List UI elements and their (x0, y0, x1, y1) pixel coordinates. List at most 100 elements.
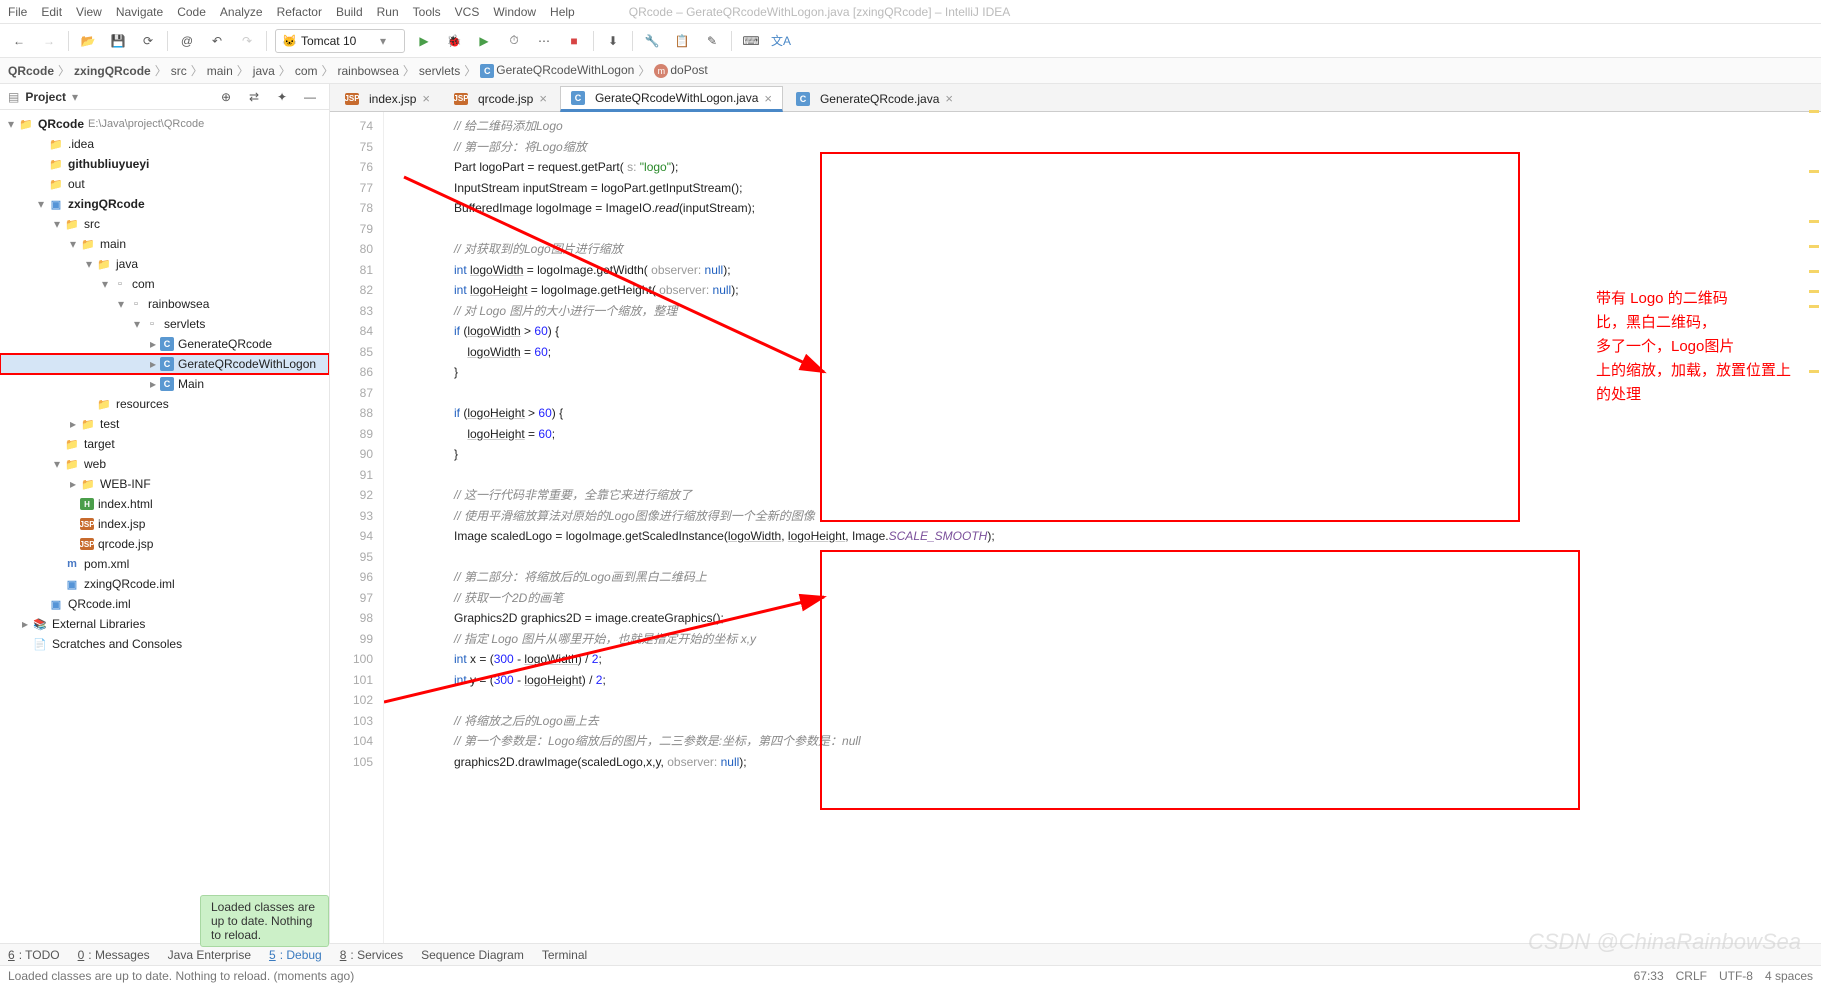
tool-sequence-diagram[interactable]: Sequence Diagram (421, 948, 524, 962)
tree-item-main[interactable]: ▸CMain (0, 374, 329, 394)
tree-item-generateqrcode[interactable]: ▸CGenerateQRcode (0, 334, 329, 354)
translate-button[interactable]: 文A (770, 30, 792, 52)
tree-item-external-libraries[interactable]: ▸📚External Libraries (0, 614, 329, 634)
kb-button[interactable]: ⌨ (740, 30, 762, 52)
back-button[interactable]: ← (8, 30, 30, 52)
tree-item-target[interactable]: 📁target (0, 434, 329, 454)
profile-button[interactable]: ⏱ (503, 30, 525, 52)
close-icon[interactable]: × (539, 91, 547, 106)
tool-java-enterprise[interactable]: Java Enterprise (168, 948, 251, 962)
at-button[interactable]: @ (176, 30, 198, 52)
tree-item-com[interactable]: ▾▫com (0, 274, 329, 294)
status-field[interactable]: CRLF (1676, 969, 1707, 983)
sync-button[interactable]: ⟳ (137, 30, 159, 52)
tool-terminal[interactable]: Terminal (542, 948, 587, 962)
structure-button[interactable]: 📋 (671, 30, 693, 52)
update-button[interactable]: ⬇ (602, 30, 624, 52)
tree-item-gerateqrcodewithlogon[interactable]: ▸CGerateQRcodeWithLogon (0, 354, 329, 374)
save-all-button[interactable]: 💾 (107, 30, 129, 52)
tree-item-index-html[interactable]: Hindex.html (0, 494, 329, 514)
tree-item--idea[interactable]: 📁.idea (0, 134, 329, 154)
attach-button[interactable]: ⋯ (533, 30, 555, 52)
stop-button[interactable]: ■ (563, 30, 585, 52)
close-icon[interactable]: × (945, 91, 953, 106)
menu-window[interactable]: Window (493, 5, 536, 19)
tree-item-out[interactable]: 📁out (0, 174, 329, 194)
menu-code[interactable]: Code (177, 5, 206, 19)
tree-item-main[interactable]: ▾📁main (0, 234, 329, 254)
back-nav-button[interactable]: ↶ (206, 30, 228, 52)
breadcrumb-item[interactable]: java (253, 64, 275, 78)
project-tree[interactable]: ▾📁QRcodeE:\Java\project\QRcode📁.idea📁git… (0, 110, 329, 943)
tree-item-web-inf[interactable]: ▸📁WEB-INF (0, 474, 329, 494)
menu-build[interactable]: Build (336, 5, 363, 19)
tool-todo[interactable]: 6: TODO (8, 948, 60, 962)
breadcrumb-item[interactable]: rainbowsea (338, 64, 399, 78)
expand-all-icon[interactable]: ⇄ (243, 86, 265, 108)
tree-item-java[interactable]: ▾📁java (0, 254, 329, 274)
tree-item-test[interactable]: ▸📁test (0, 414, 329, 434)
tree-item-pom-xml[interactable]: mpom.xml (0, 554, 329, 574)
tab-index-jsp[interactable]: JSPindex.jsp× (334, 85, 441, 111)
tree-item-qrcode-jsp[interactable]: JSPqrcode.jsp (0, 534, 329, 554)
fwd-nav-button[interactable]: ↷ (236, 30, 258, 52)
status-field[interactable]: 4 spaces (1765, 969, 1813, 983)
debug-button[interactable]: 🐞 (443, 30, 465, 52)
menu-edit[interactable]: Edit (41, 5, 62, 19)
menu-run[interactable]: Run (377, 5, 399, 19)
tree-item-servlets[interactable]: ▾▫servlets (0, 314, 329, 334)
tab-qrcode-jsp[interactable]: JSPqrcode.jsp× (443, 85, 558, 111)
close-icon[interactable]: × (422, 91, 430, 106)
menu-view[interactable]: View (76, 5, 102, 19)
close-icon[interactable]: × (764, 91, 772, 106)
breadcrumb-item[interactable]: main (207, 64, 233, 78)
tree-item-web[interactable]: ▾📁web (0, 454, 329, 474)
status-field[interactable]: 67:33 (1634, 969, 1664, 983)
tab-gerateqrcodewithlogon-java[interactable]: CGerateQRcodeWithLogon.java× (560, 86, 783, 112)
menu-file[interactable]: File (8, 5, 27, 19)
tree-root[interactable]: ▾📁QRcodeE:\Java\project\QRcode (0, 114, 329, 134)
menu-navigate[interactable]: Navigate (116, 5, 163, 19)
breadcrumb-item[interactable]: com (295, 64, 318, 78)
code-area[interactable]: // 给二维码添加Logo// 第一部分：将Logo缩放Part logoPar… (384, 112, 1821, 943)
menu-help[interactable]: Help (550, 5, 575, 19)
menu-refactor[interactable]: Refactor (277, 5, 322, 19)
tree-item-resources[interactable]: 📁resources (0, 394, 329, 414)
menu-vcs[interactable]: VCS (455, 5, 480, 19)
breadcrumb-item[interactable]: src (171, 64, 187, 78)
tab-generateqrcode-java[interactable]: CGenerateQRcode.java× (785, 85, 964, 111)
annotation-text: 带有 Logo 的二维码比，黑白二维码，多了一个，Logo图片上的缩放，加载，放… (1596, 287, 1791, 407)
forward-button[interactable]: → (38, 30, 60, 52)
run-config-selector[interactable]: 🐱 Tomcat 10 ▾ (275, 29, 405, 53)
gutter: 7475767778798081828384858687888990919293… (330, 112, 384, 943)
tree-item-zxingqrcode[interactable]: ▾▣zxingQRcode (0, 194, 329, 214)
status-field[interactable]: UTF-8 (1719, 969, 1753, 983)
tool-services[interactable]: 8: Services (340, 948, 403, 962)
breadcrumb-item[interactable]: zxingQRcode (74, 64, 151, 78)
menu-analyze[interactable]: Analyze (220, 5, 263, 19)
run-button[interactable]: ▶ (413, 30, 435, 52)
tree-item-index-jsp[interactable]: JSPindex.jsp (0, 514, 329, 534)
collapse-icon[interactable]: ✦ (271, 86, 293, 108)
editor[interactable]: 7475767778798081828384858687888990919293… (330, 112, 1821, 943)
tree-item-scratches-and-consoles[interactable]: 📄Scratches and Consoles (0, 634, 329, 654)
tree-item-githubliuyueyi[interactable]: 📁githubliuyueyi (0, 154, 329, 174)
breadcrumb: QRcode〉zxingQRcode〉src〉main〉java〉com〉rai… (0, 58, 1821, 84)
tool-messages[interactable]: 0: Messages (78, 948, 150, 962)
tool-debug[interactable]: 5: Debug (269, 948, 322, 962)
coverage-button[interactable]: ▶ (473, 30, 495, 52)
breadcrumb-item[interactable]: servlets (419, 64, 460, 78)
breadcrumb-item[interactable]: mdoPost (654, 63, 707, 78)
open-recent-button[interactable]: 📂 (77, 30, 99, 52)
menu-tools[interactable]: Tools (413, 5, 441, 19)
tree-item-qrcode-iml[interactable]: ▣QRcode.iml (0, 594, 329, 614)
breadcrumb-item[interactable]: QRcode (8, 64, 54, 78)
settings-icon[interactable]: — (299, 86, 321, 108)
tree-item-zxingqrcode-iml[interactable]: ▣zxingQRcode.iml (0, 574, 329, 594)
select-opened-file-icon[interactable]: ⊕ (215, 86, 237, 108)
breadcrumb-item[interactable]: CGerateQRcodeWithLogon (480, 63, 634, 78)
tree-item-rainbowsea[interactable]: ▾▫rainbowsea (0, 294, 329, 314)
build-button[interactable]: 🔧 (641, 30, 663, 52)
tree-item-src[interactable]: ▾📁src (0, 214, 329, 234)
search-button[interactable]: ✎ (701, 30, 723, 52)
